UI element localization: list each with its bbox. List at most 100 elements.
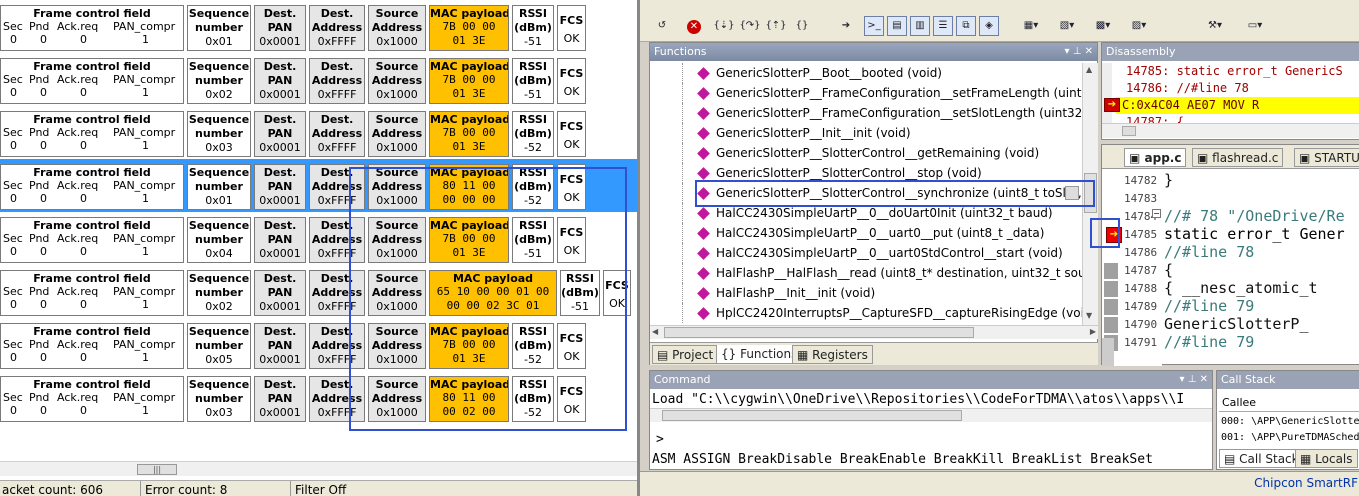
error-count: Error count: 8 — [145, 483, 228, 496]
trace-icon[interactable]: ▨▾ — [1124, 16, 1154, 36]
stop-icon[interactable]: ✕ — [684, 17, 704, 37]
packet-row[interactable]: Frame control field Sec Pnd Ack.req PAN_… — [0, 159, 640, 212]
disassembly-icon[interactable]: ▤ — [887, 16, 907, 36]
panel-buttons[interactable]: ▾ ⊥ ✕ — [1065, 43, 1093, 61]
code-line: GenericSlotterP_ — [1164, 315, 1309, 333]
source-address-cell: Source Address 0x1000 — [368, 111, 426, 157]
function-item[interactable]: GenericSlotterP__FrameConfiguration__set… — [650, 103, 1082, 123]
function-item[interactable]: HalCC2430SimpleUartP__0__uart0StdControl… — [650, 243, 1082, 263]
callstack-icon[interactable]: ⧉ — [956, 16, 976, 36]
memory-icon[interactable]: ▦▾ — [1016, 16, 1046, 36]
symbols-icon[interactable]: ▥ — [910, 16, 930, 36]
dest-pan-cell: Dest. PAN 0x0001 — [254, 111, 306, 157]
command-keywords: ASM ASSIGN BreakDisable BreakEnable Brea… — [652, 452, 1153, 467]
fcs-cell: FCS OK — [557, 5, 586, 51]
disassembly-title: Disassembly — [1102, 43, 1359, 61]
run-to-cursor-icon[interactable]: {} — [790, 16, 814, 36]
function-item[interactable]: HalFlashP__Init__init (void) — [650, 283, 1082, 303]
tab-project[interactable]: ▤ Project — [652, 345, 719, 364]
function-item[interactable]: GenericSlotterP__SlotterControl__getRema… — [650, 143, 1082, 163]
sequence-cell: Sequence number 0x03 — [187, 376, 251, 422]
sequence-cell: Sequence number 0x04 — [187, 217, 251, 263]
tools-icon[interactable]: ⚒▾ — [1200, 16, 1230, 36]
serial-icon[interactable]: ▧▾ — [1052, 16, 1082, 36]
step-into-icon[interactable]: {⇣} — [712, 16, 736, 36]
dis-hscroll[interactable] — [1102, 123, 1359, 138]
command-window-icon[interactable]: >_ — [864, 16, 884, 36]
packet-row[interactable]: Frame control field Sec Pnd Ack.req PAN_… — [0, 265, 640, 318]
command-prompt[interactable]: > — [656, 431, 664, 448]
callstack-title: Call Stack — [1217, 371, 1359, 389]
callstack-row-0[interactable]: 000: \APP\GenericSlotte — [1221, 413, 1359, 430]
function-item[interactable]: GenericSlotterP__Boot__booted (void) — [650, 63, 1082, 83]
analysis-icon[interactable]: ▩▾ — [1088, 16, 1118, 36]
packet-list[interactable]: Frame control field Sec Pnd Ack.req PAN_… — [0, 0, 640, 424]
function-item[interactable]: HplCC2420InterruptsP__CaptureSFD__captur… — [650, 303, 1082, 323]
function-item[interactable]: HalFlashP__HalFlash__read (uint8_t* dest… — [650, 263, 1082, 283]
line-number: 14789 — [1124, 300, 1158, 313]
dis-gutter — [1102, 63, 1112, 123]
sequence-cell: Sequence number 0x01 — [187, 164, 251, 210]
registers-icon[interactable]: ☰ — [933, 16, 953, 36]
function-item[interactable]: GenericSlotterP__SlotterControl__stop (v… — [650, 163, 1082, 183]
dest-address-cell: Dest. Address 0xFFFF — [309, 58, 365, 104]
step-over-icon[interactable]: {↷} — [738, 16, 762, 36]
tab-flashread-c[interactable]: ▣ flashread.c — [1192, 148, 1284, 167]
editor-code[interactable]: } //# 78 "/OneDrive/Re static error_t Gene… — [1164, 171, 1359, 366]
command-title: Command ▾ ⊥ ✕ — [650, 371, 1212, 389]
packet-row[interactable]: Frame control field Sec Pnd Ack.req PAN_… — [0, 212, 640, 265]
watch-icon[interactable]: ◈ — [979, 16, 999, 36]
tab-locals[interactable]: ▦ Locals — [1295, 449, 1358, 468]
step-out-icon[interactable]: {⇡} — [764, 16, 788, 36]
function-icon — [697, 167, 710, 180]
tab-startup[interactable]: ▣ STARTU — [1294, 148, 1359, 167]
mac-payload-cell: MAC payload 7B 00 00 01 3E — [429, 58, 509, 104]
function-item[interactable]: GenericSlotterP__SlotterControl__synchro… — [650, 183, 1082, 203]
callstack-row-1[interactable]: 001: \APP\PureTDMASched — [1221, 429, 1359, 446]
callstack-panel: Call Stack Callee 000: \APP\GenericSlott… — [1216, 370, 1359, 470]
fcs-cell: FCS OK — [603, 270, 631, 316]
editor-vscroll[interactable] — [1102, 338, 1114, 366]
tab-registers[interactable]: ▦ Registers — [792, 345, 873, 364]
functions-vertical-scrollbar[interactable]: ▲ ▼ — [1082, 63, 1098, 325]
command-panel-buttons[interactable]: ▾ ⊥ ✕ — [1180, 371, 1208, 389]
packet-row[interactable]: Frame control field Sec Pnd Ack.req PAN_… — [0, 318, 640, 371]
scroll-thumb[interactable]: ||| — [137, 464, 177, 475]
breakpoint-icon[interactable]: ➔ — [1106, 227, 1122, 243]
function-icon — [697, 287, 710, 300]
code-line: } — [1164, 171, 1174, 189]
function-icon — [697, 227, 710, 240]
sequence-cell: Sequence number 0x02 — [187, 58, 251, 104]
dest-address-cell: Dest. Address 0xFFFF — [309, 217, 365, 263]
packet-row[interactable]: Frame control field Sec Pnd Ack.req PAN_… — [0, 53, 640, 106]
ide-status-bar: Chipcon SmartRF — [640, 471, 1359, 496]
tab-functions[interactable]: {} Functions — [716, 345, 803, 364]
debug-toolbar: ↺ ✕ {⇣} {↷} {⇡} {} ➔ >_ ▤ ▥ ☰ ⧉ ◈ ▦▾ ▧▾ … — [640, 0, 1359, 42]
function-item[interactable]: HalCC2430SimpleUartP__0__doUart0Init (ui… — [650, 203, 1082, 223]
tab-call-stack[interactable]: ▤ Call Stack — [1219, 449, 1304, 468]
packet-row[interactable]: Frame control field Sec Pnd Ack.req PAN_… — [0, 0, 640, 53]
mac-payload-cell: MAC payload 7B 00 00 01 3E — [429, 5, 509, 51]
function-item[interactable]: HalCC2430SimpleUartP__0__uart0__put (uin… — [650, 223, 1082, 243]
packet-row[interactable]: Frame control field Sec Pnd Ack.req PAN_… — [0, 106, 640, 159]
packet-row[interactable]: Frame control field Sec Pnd Ack.req PAN_… — [0, 371, 640, 424]
functions-horizontal-scrollbar[interactable]: ◀ ▶ — [650, 325, 1098, 339]
next-statement-icon[interactable]: ➔ — [836, 16, 856, 36]
fold-toggle-icon[interactable]: − — [1152, 209, 1161, 218]
dest-address-cell: Dest. Address 0xFFFF — [309, 270, 365, 316]
reset-icon[interactable]: ↺ — [652, 16, 672, 36]
command-hscroll[interactable] — [650, 408, 1212, 422]
rssi-cell: RSSI (dBm) -52 — [512, 323, 554, 369]
window-icon[interactable]: ▭▾ — [1240, 16, 1270, 36]
functions-list[interactable]: GenericSlotterP__Boot__booted (void) Gene… — [650, 63, 1082, 325]
dest-address-cell: Dest. Address 0xFFFF — [309, 323, 365, 369]
horizontal-scrollbar[interactable]: ||| — [0, 461, 640, 476]
code-line: //#line 79 — [1164, 297, 1255, 315]
function-item[interactable]: GenericSlotterP__Init__init (void) — [650, 123, 1082, 143]
function-item[interactable]: GenericSlotterP__FrameConfiguration__set… — [650, 83, 1082, 103]
tab-app-c[interactable]: ▣ app.c — [1124, 148, 1187, 167]
source-address-cell: Source Address 0x1000 — [368, 5, 426, 51]
line-number: 14788 — [1124, 282, 1158, 295]
rssi-cell: RSSI (dBm) -52 — [512, 376, 554, 422]
coverage-marker — [1104, 281, 1118, 297]
